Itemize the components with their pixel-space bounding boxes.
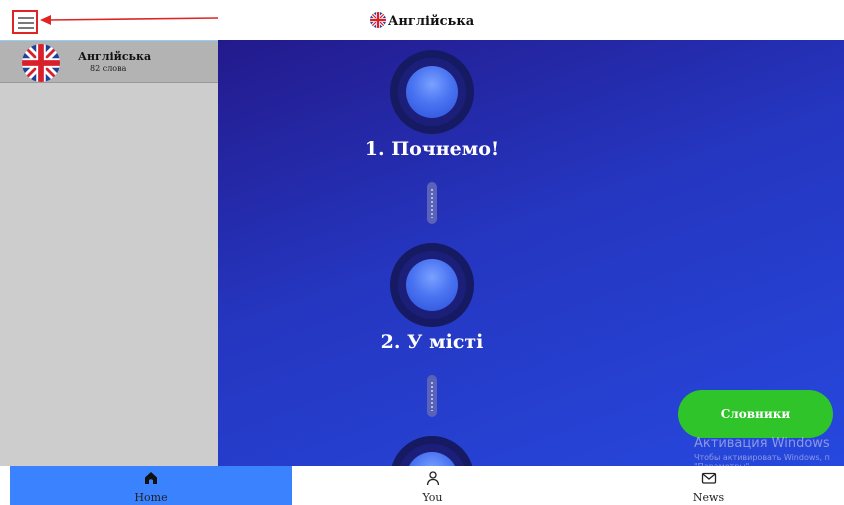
sidebar-item-label: Англійська: [78, 50, 152, 63]
nav-label: You: [422, 491, 443, 504]
sidebar-item-english[interactable]: Англійська 82 слова: [0, 41, 218, 83]
level-node-orb: [406, 452, 458, 466]
home-icon: [145, 472, 157, 484]
level-label-1: 1. Почнемо!: [364, 138, 500, 160]
level-node-orb: [406, 259, 458, 311]
level-node-3[interactable]: [390, 436, 474, 466]
nav-item-home[interactable]: Home: [10, 466, 292, 505]
app-window: Англійська Англійська 82 слова 1. Почнем…: [0, 0, 844, 505]
nav-label: Home: [134, 491, 168, 504]
person-icon: [426, 471, 439, 486]
connector-dots: [431, 188, 433, 218]
level-node-orb: [406, 66, 458, 118]
sidebar-item-count: 82 слова: [90, 64, 127, 73]
level-node-1[interactable]: [390, 50, 474, 134]
sidebar: Англійська 82 слова: [0, 40, 218, 466]
page-title: Англійська: [0, 12, 844, 29]
top-app-bar: Англійська: [0, 0, 844, 40]
uk-flag-icon: [369, 12, 386, 28]
path-connector: [427, 375, 437, 417]
connector-dots: [431, 381, 433, 411]
bottom-navigation: Home You News: [0, 466, 844, 505]
watermark-title: Активация Windows: [694, 436, 830, 451]
dictionaries-button[interactable]: Словники: [678, 390, 833, 438]
level-node-2[interactable]: [390, 243, 474, 327]
level-label-2: 2. У місті: [380, 331, 484, 353]
title-text: Англійська: [387, 14, 475, 29]
watermark-subtitle: Чтобы активировать Windows, п: [694, 453, 830, 462]
path-connector: [427, 182, 437, 224]
envelope-icon: [701, 472, 716, 484]
nav-label: News: [692, 491, 725, 504]
uk-flag-icon: [22, 44, 60, 82]
nav-item-you[interactable]: You: [292, 466, 573, 505]
nav-item-news[interactable]: News: [573, 466, 844, 505]
